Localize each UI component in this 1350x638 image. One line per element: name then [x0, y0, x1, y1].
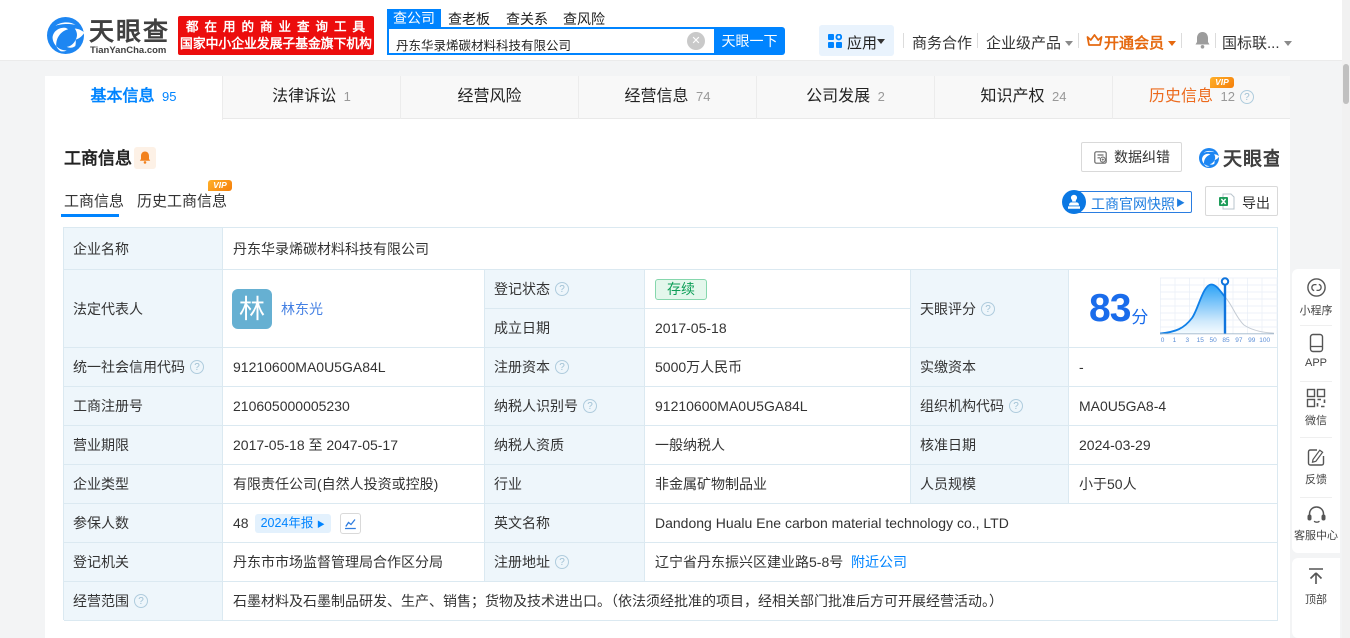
svg-text:15: 15	[1197, 337, 1205, 344]
svg-text:50: 50	[1209, 337, 1217, 344]
svg-text:天眼查: 天眼查	[1223, 147, 1279, 169]
svg-text:85: 85	[1222, 337, 1230, 344]
svg-text:3: 3	[1185, 337, 1189, 344]
svg-text:0: 0	[1161, 337, 1165, 344]
svg-text:100: 100	[1259, 337, 1270, 344]
svg-text:1: 1	[1173, 337, 1177, 344]
svg-text:97: 97	[1235, 337, 1243, 344]
svg-text:99: 99	[1248, 337, 1256, 344]
